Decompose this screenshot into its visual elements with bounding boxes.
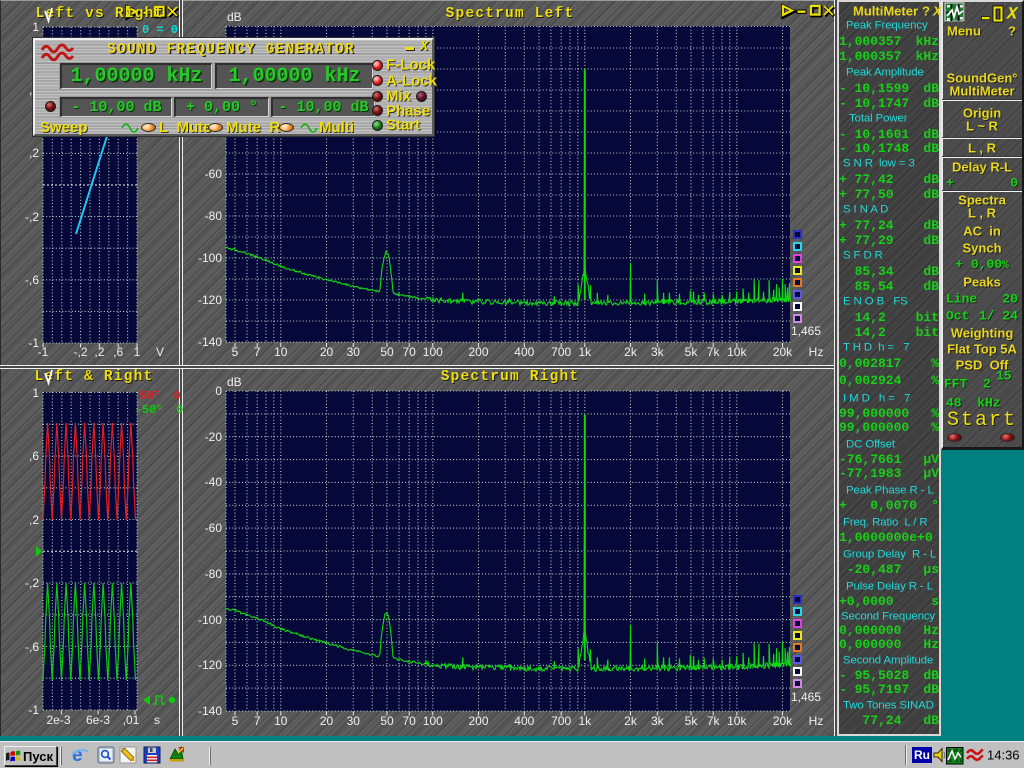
svg-text:X: X (1004, 6, 1019, 24)
svg-text:e: e (72, 745, 83, 766)
